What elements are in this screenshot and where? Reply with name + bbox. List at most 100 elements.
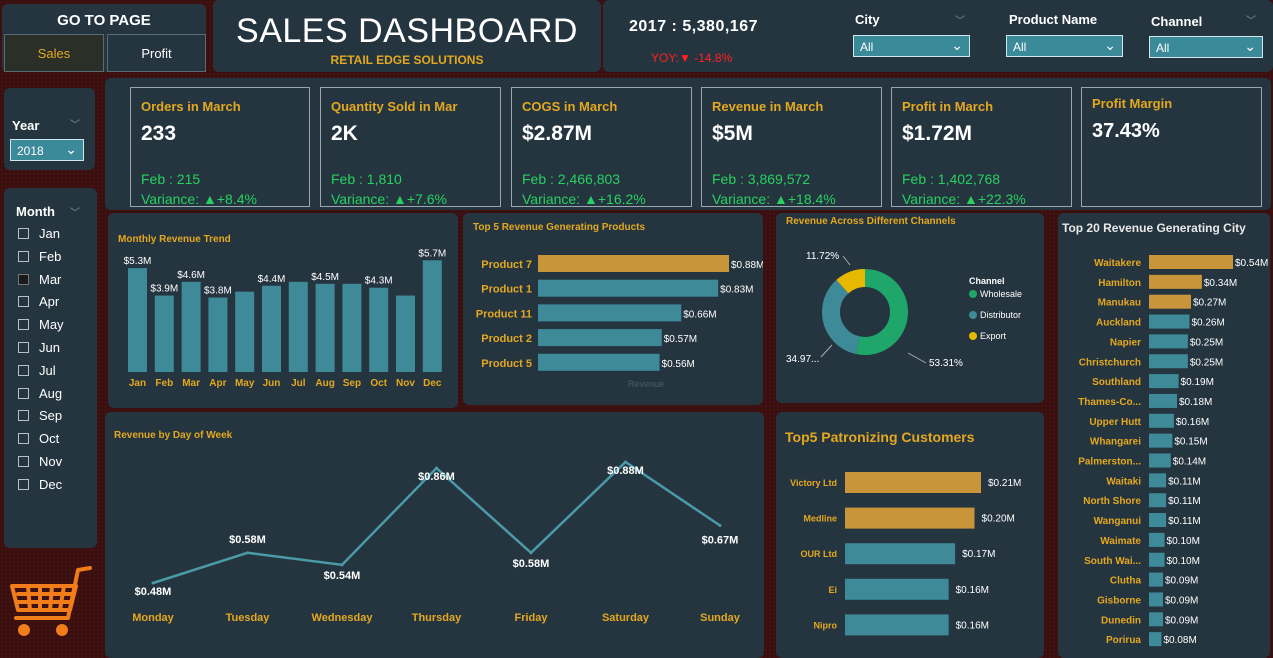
kpi-previous: Feb : 1,402,768 xyxy=(902,171,1001,187)
chart-title: Top5 Patronizing Customers xyxy=(785,429,975,445)
month-label: Jan xyxy=(39,226,60,241)
month-option-jun[interactable]: Jun xyxy=(18,340,60,355)
checkbox[interactable] xyxy=(18,342,29,353)
bar xyxy=(1149,493,1167,508)
month-option-oct[interactable]: Oct xyxy=(18,431,59,446)
channel-revenue-chart: Revenue Across Different Channels 53.31%… xyxy=(776,213,1044,403)
data-label: $0.88M xyxy=(607,465,644,477)
month-option-nov[interactable]: Nov xyxy=(18,454,62,469)
bar xyxy=(1149,393,1177,408)
tick-label: Palmerston... xyxy=(1078,457,1141,468)
year-select[interactable]: 2018 ⌄ xyxy=(10,139,84,161)
data-label: 53.31% xyxy=(929,358,963,369)
legend-label: Distributor xyxy=(980,310,1021,320)
tick-label: Jun xyxy=(263,378,281,389)
checkbox[interactable] xyxy=(18,319,29,331)
channel-select[interactable]: All ⌄ xyxy=(1149,36,1263,58)
header-filters-panel: 2017 : 5,380,167 YOY:▼ -14.8% City ﹀ All… xyxy=(603,0,1273,72)
chevron-down-icon[interactable]: ﹀ xyxy=(70,204,80,219)
data-label: $0.86M xyxy=(418,471,455,483)
kpi-card-profit: Profit in March $1.72M Feb : 1,402,768 V… xyxy=(891,87,1072,207)
data-label: $4.5M xyxy=(311,272,339,283)
tick-label: Mar xyxy=(182,378,200,389)
tick-label: Porirua xyxy=(1106,635,1141,646)
data-label: $3.9M xyxy=(150,284,178,295)
nav-profit-button[interactable]: Profit xyxy=(107,34,206,72)
data-label: $0.88M xyxy=(731,260,763,271)
checkbox[interactable] xyxy=(18,273,29,285)
kpi-previous: Feb : 3,869,572 xyxy=(712,171,811,187)
tick-label: Auckland xyxy=(1096,318,1141,329)
month-slicer: Month ﹀ Jan Feb Mar Apr May Jun Jul Aug Sep Oct No… xyxy=(4,188,97,548)
data-label: $5.3M xyxy=(124,256,152,267)
nav-sales-button[interactable]: Sales xyxy=(4,34,104,72)
channel-select-value: All xyxy=(1156,41,1170,55)
tick-label: Sunday xyxy=(700,612,741,624)
kpi-title: COGS in March xyxy=(522,99,618,114)
bar xyxy=(1149,294,1191,309)
chart-title: Monthly Revenue Trend xyxy=(118,234,231,245)
data-label: $0.10M xyxy=(1167,556,1200,567)
chevron-down-icon: ⌄ xyxy=(1244,38,1256,54)
data-label: $0.25M xyxy=(1190,357,1223,368)
channel-donut-svg: 53.31% 34.97... 11.72% Channel Wholesale Dist… xyxy=(786,251,1022,369)
tick-label: Nov xyxy=(396,378,415,389)
data-point xyxy=(246,551,249,555)
city-select[interactable]: All ⌄ xyxy=(853,35,970,57)
kpi-card-profit-margin: Profit Margin 37.43% xyxy=(1081,87,1262,207)
month-option-apr[interactable]: Apr xyxy=(18,294,59,309)
data-point xyxy=(151,581,155,585)
month-option-sep[interactable]: Sep xyxy=(18,408,62,423)
month-label: Sep xyxy=(39,408,63,424)
city-select-value: All xyxy=(860,40,874,54)
checkbox[interactable] xyxy=(18,364,29,376)
chevron-down-icon: ⌄ xyxy=(951,37,963,53)
chevron-down-icon[interactable]: ﹀ xyxy=(955,12,965,27)
checkbox[interactable] xyxy=(18,433,29,445)
bar xyxy=(1149,314,1190,329)
checkbox[interactable] xyxy=(18,228,29,239)
bar xyxy=(1149,473,1167,488)
data-label: $0.58M xyxy=(229,534,266,546)
dashboard-title: SALES DASHBOARD xyxy=(236,12,578,50)
kpi-value: 233 xyxy=(141,122,177,145)
month-option-jan[interactable]: Jan xyxy=(18,226,60,241)
bar xyxy=(1149,453,1171,468)
tick-label: Monday xyxy=(132,612,174,624)
chevron-down-icon[interactable]: ﹀ xyxy=(1246,12,1256,27)
month-option-mar[interactable]: Mar xyxy=(18,272,61,287)
checkbox[interactable] xyxy=(18,296,29,308)
tick-label: Waimate xyxy=(1100,536,1141,547)
month-option-feb[interactable]: Feb xyxy=(18,249,61,264)
month-option-aug[interactable]: Aug xyxy=(18,386,62,401)
month-option-dec[interactable]: Dec xyxy=(18,477,62,492)
tick-label: Upper Hutt xyxy=(1089,417,1141,428)
tick-label: Friday xyxy=(514,612,548,624)
data-label: $0.17M xyxy=(962,549,995,560)
tick-label: Hamilton xyxy=(1098,278,1141,289)
checkbox[interactable] xyxy=(18,387,29,399)
data-point xyxy=(435,466,438,470)
bar xyxy=(538,329,662,347)
data-label: $0.11M xyxy=(1168,496,1201,507)
data-label: $0.54M xyxy=(1235,258,1268,269)
bar xyxy=(128,268,147,372)
tick-label: May xyxy=(235,378,255,389)
data-label: $0.16M xyxy=(1176,417,1209,428)
checkbox[interactable] xyxy=(18,478,29,490)
checkbox[interactable] xyxy=(18,250,29,262)
product-select[interactable]: All ⌄ xyxy=(1006,35,1123,57)
month-label: Dec xyxy=(39,476,63,492)
tick-label: Medline xyxy=(803,514,837,524)
kpi-value: 37.43% xyxy=(1092,120,1160,142)
chevron-down-icon[interactable]: ﹀ xyxy=(70,116,80,131)
month-option-jul[interactable]: Jul xyxy=(18,363,56,378)
company-name: RETAIL EDGE SOLUTIONS xyxy=(330,53,484,67)
checkbox[interactable] xyxy=(18,456,29,467)
bar xyxy=(288,281,308,372)
chevron-down-icon: ⌄ xyxy=(1104,37,1116,53)
month-option-may[interactable]: May xyxy=(18,317,64,332)
checkbox[interactable] xyxy=(18,410,29,422)
title-panel: SALES DASHBOARD RETAIL EDGE SOLUTIONS xyxy=(213,0,601,72)
axis-label: Revenue xyxy=(628,379,664,389)
